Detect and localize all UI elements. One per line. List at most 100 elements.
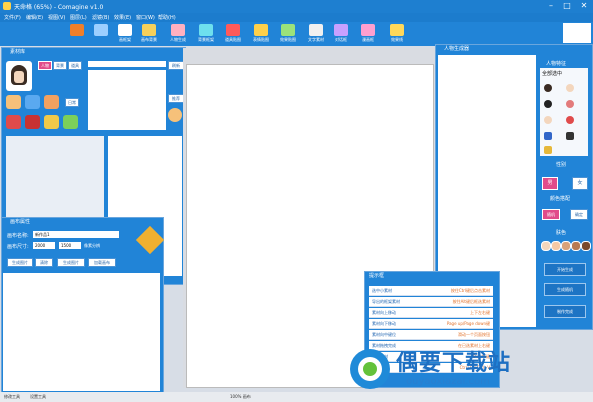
- category-icon-3[interactable]: [44, 95, 59, 109]
- menu-layer[interactable]: 图层(L): [70, 14, 87, 21]
- skin-swatch-2[interactable]: [551, 241, 561, 251]
- face-icon[interactable]: [566, 84, 574, 92]
- avatar[interactable]: [6, 61, 32, 91]
- toolbar-button-2[interactable]: [90, 24, 112, 44]
- material-preview: [88, 70, 166, 130]
- pants-icon[interactable]: [566, 132, 574, 140]
- skin-swatch-4[interactable]: [571, 241, 581, 251]
- feature-list: 全部选中: [540, 68, 588, 156]
- gender-male-button[interactable]: 男: [542, 177, 558, 190]
- generate-image-button[interactable]: 生成图片: [7, 258, 33, 267]
- tool-icon-10: [309, 24, 323, 36]
- hair-icon[interactable]: [544, 84, 552, 92]
- load-canvas-button[interactable]: 加载画布: [88, 258, 116, 267]
- watermark-logo-icon: [350, 349, 390, 389]
- canvas-properties-title: 画布属性: [2, 218, 163, 227]
- tool-icon-1: [70, 24, 84, 36]
- random-generate-button[interactable]: 生成随机: [544, 283, 586, 296]
- tool-icon-8: [254, 24, 268, 36]
- tag-background[interactable]: 背景: [53, 61, 67, 70]
- feature-section-title: 人物特征: [546, 61, 567, 67]
- material-panel-title: 素材库: [2, 48, 185, 57]
- color-section-title: 颜色搭配: [550, 196, 571, 202]
- menu-view[interactable]: 视图(V): [48, 14, 65, 21]
- gender-female-button[interactable]: 女: [572, 177, 588, 190]
- start-generate-button[interactable]: 开始生成: [544, 263, 586, 276]
- status-bar: 修改工具 设置工具 100% 画布: [0, 392, 593, 402]
- mouth-icon[interactable]: [566, 116, 574, 124]
- category-icon-1[interactable]: [6, 95, 21, 109]
- refresh-button[interactable]: 刷新: [168, 61, 184, 70]
- toolbar-button-8[interactable]: 表情贴图: [250, 24, 272, 44]
- character-generator-title: 人物生成器: [436, 45, 592, 54]
- tool-icon-4: [142, 24, 156, 36]
- nose-icon[interactable]: [544, 116, 552, 124]
- material-search-input[interactable]: [88, 61, 166, 67]
- maximize-icon[interactable]: □: [559, 0, 575, 12]
- skin-swatch-1[interactable]: [541, 241, 551, 251]
- shirt-icon[interactable]: [544, 132, 552, 140]
- toolbar-button-5[interactable]: 人物生成: [167, 24, 189, 44]
- clear-button[interactable]: 清除: [35, 258, 53, 267]
- canvas-name-field[interactable]: 新作品1: [33, 231, 119, 238]
- category-icon-5[interactable]: [25, 115, 40, 129]
- menu-effect[interactable]: 效果(E): [114, 14, 131, 21]
- menu-edit[interactable]: 编辑(E): [26, 14, 43, 21]
- recommend-button[interactable]: 推荐: [168, 94, 184, 103]
- settings-icon[interactable]: [168, 108, 182, 122]
- tip-row: 素材向中键位 滑动一个页面按钮: [369, 330, 493, 340]
- toolbar-button-1[interactable]: [66, 24, 88, 44]
- skin-swatch-5[interactable]: [581, 241, 591, 251]
- ear-icon[interactable]: [566, 100, 574, 108]
- tool-icon-7: [226, 24, 240, 36]
- tip-row: 导出的框架素材 按住Alt键后框选素材: [369, 297, 493, 307]
- category-icon-6[interactable]: [44, 115, 59, 129]
- daily-button[interactable]: 日常: [65, 98, 79, 107]
- menu-window[interactable]: 窗口(W): [136, 14, 155, 21]
- menu-help[interactable]: 帮助(H): [158, 14, 176, 21]
- category-icon-4[interactable]: [6, 115, 21, 129]
- eye-icon[interactable]: [544, 100, 552, 108]
- menu-file[interactable]: 文件(F): [4, 14, 21, 21]
- select-all-checkbox[interactable]: 全部选中: [542, 70, 562, 77]
- color-random-button[interactable]: 随机: [542, 209, 560, 220]
- menu-filter[interactable]: 滤镜(B): [92, 14, 109, 21]
- canvas-height-field[interactable]: 1500: [59, 242, 81, 249]
- close-icon[interactable]: ✕: [576, 0, 592, 12]
- toolbar-button-13[interactable]: 效果线: [386, 24, 408, 44]
- minimize-icon[interactable]: –: [543, 0, 559, 12]
- tag-prop[interactable]: 道具: [68, 61, 82, 70]
- shoe-icon[interactable]: [544, 146, 552, 154]
- canvas-size-label: 画布尺寸:: [7, 244, 29, 250]
- toolbar-button-10[interactable]: 文字素材: [305, 24, 327, 44]
- canvas-properties-area: [3, 273, 160, 391]
- finish-button[interactable]: 制作完成: [544, 305, 586, 318]
- toolbar-button-9[interactable]: 效果贴图: [277, 24, 299, 44]
- canvas-properties-panel: 画布属性 画布名称: 新作品1 画布尺寸: 2000 1500 像素分辨 生成图…: [1, 217, 165, 395]
- tip-row: 选中小素材 按住Ctrl键后点击素材: [369, 286, 493, 296]
- toolbar-button-7[interactable]: 道具贴图: [222, 24, 244, 44]
- canvas-name-label: 画布名称:: [7, 233, 29, 239]
- tag-character[interactable]: 人物: [38, 61, 52, 70]
- title-bar: 天命格 (65%) - Comagine v1.0 – □ ✕: [0, 0, 593, 13]
- category-icon-2[interactable]: [25, 95, 40, 109]
- skin-swatch-3[interactable]: [561, 241, 571, 251]
- generate-icon[interactable]: [135, 225, 165, 255]
- category-icon-7[interactable]: [63, 115, 78, 129]
- watermark: 偶要下载站 ouyaoxiazai.com: [346, 345, 593, 395]
- watermark-url: ouyaoxiazai.com: [406, 376, 490, 387]
- tool-icon-11: [334, 24, 348, 36]
- tool-icon-9: [281, 24, 295, 36]
- tip-row: 素材向下移动 Page up/Page down键: [369, 319, 493, 329]
- toolbar-button-12[interactable]: 漫画框: [357, 24, 379, 44]
- color-confirm-button[interactable]: 确定: [570, 209, 588, 220]
- canvas-width-field[interactable]: 2000: [33, 242, 55, 249]
- gender-section-title: 性别: [556, 162, 567, 168]
- toolbar-button-3[interactable]: 画框架: [114, 24, 136, 44]
- generate-image-button-2[interactable]: 生成图片: [57, 258, 85, 267]
- toolbar-button-6[interactable]: 背景框架: [195, 24, 217, 44]
- toolbar-button-4[interactable]: 画布背景: [138, 24, 160, 44]
- toolbar-button-11[interactable]: 对话框: [330, 24, 352, 44]
- tool-icon-13: [390, 24, 404, 36]
- pixel-label: 像素分辨: [84, 243, 100, 248]
